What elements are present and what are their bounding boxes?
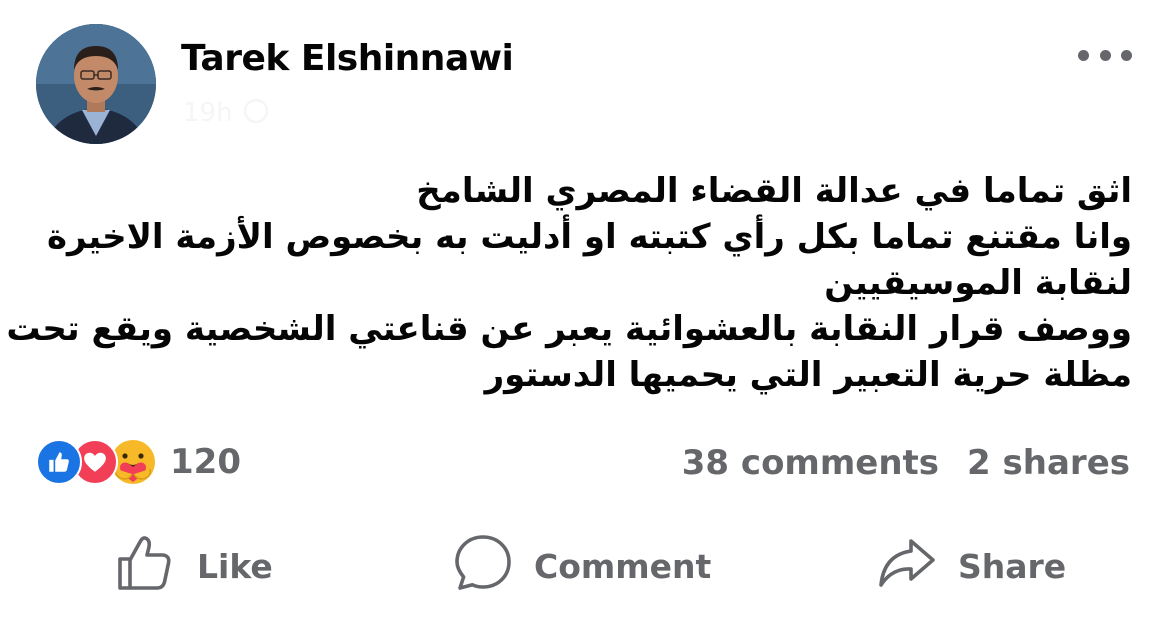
- post-text: اثق تماما في عدالة القضاء المصري الشامخ …: [6, 168, 1132, 398]
- like-label: Like: [197, 546, 273, 586]
- engagement-stats: 38 comments 2 shares: [682, 440, 1130, 486]
- share-button[interactable]: Share: [876, 530, 1066, 602]
- post-meta: 19h: [183, 96, 269, 130]
- post-text-line: لنقابة الموسيقيين: [824, 263, 1132, 303]
- comment-button[interactable]: Comment: [452, 530, 711, 602]
- shares-count[interactable]: 2 shares: [967, 443, 1130, 483]
- post-text-line: ووصف قرار النقابة بالعشوائية يعبر عن قنا…: [6, 309, 1132, 349]
- like-button[interactable]: Like: [115, 530, 273, 602]
- thumbs-up-icon: [115, 531, 177, 601]
- author-name[interactable]: Tarek Elshinnawi: [181, 38, 514, 79]
- reaction-count: 120: [170, 442, 241, 482]
- facebook-post: Tarek Elshinnawi 19h اثق تماما في عدالة …: [0, 0, 1170, 621]
- reactions-summary[interactable]: 120: [36, 438, 241, 486]
- comment-bubble-icon: [452, 531, 514, 601]
- globe-icon: [243, 98, 269, 128]
- comment-label: Comment: [534, 546, 712, 586]
- comments-count[interactable]: 38 comments: [682, 443, 939, 483]
- share-arrow-icon: [876, 531, 938, 601]
- post-text-line: وانا مقتنع تماما بكل رأي كتبته او أدليت …: [46, 217, 1132, 257]
- post-text-line: مظلة حرية التعبير التي يحميها الدستور: [484, 355, 1132, 395]
- post-time[interactable]: 19h: [183, 98, 233, 128]
- more-dot-icon: [1099, 49, 1111, 61]
- post-text-line: اثق تماما في عدالة القضاء المصري الشامخ: [416, 171, 1132, 211]
- action-bar: Like Comment Share: [0, 530, 1170, 602]
- more-options-button[interactable]: [1078, 40, 1132, 70]
- more-dot-icon: [1121, 49, 1132, 61]
- like-icon: [36, 439, 82, 485]
- share-label: Share: [958, 546, 1067, 586]
- more-dot-icon: [1078, 49, 1089, 61]
- author-avatar[interactable]: [36, 24, 156, 144]
